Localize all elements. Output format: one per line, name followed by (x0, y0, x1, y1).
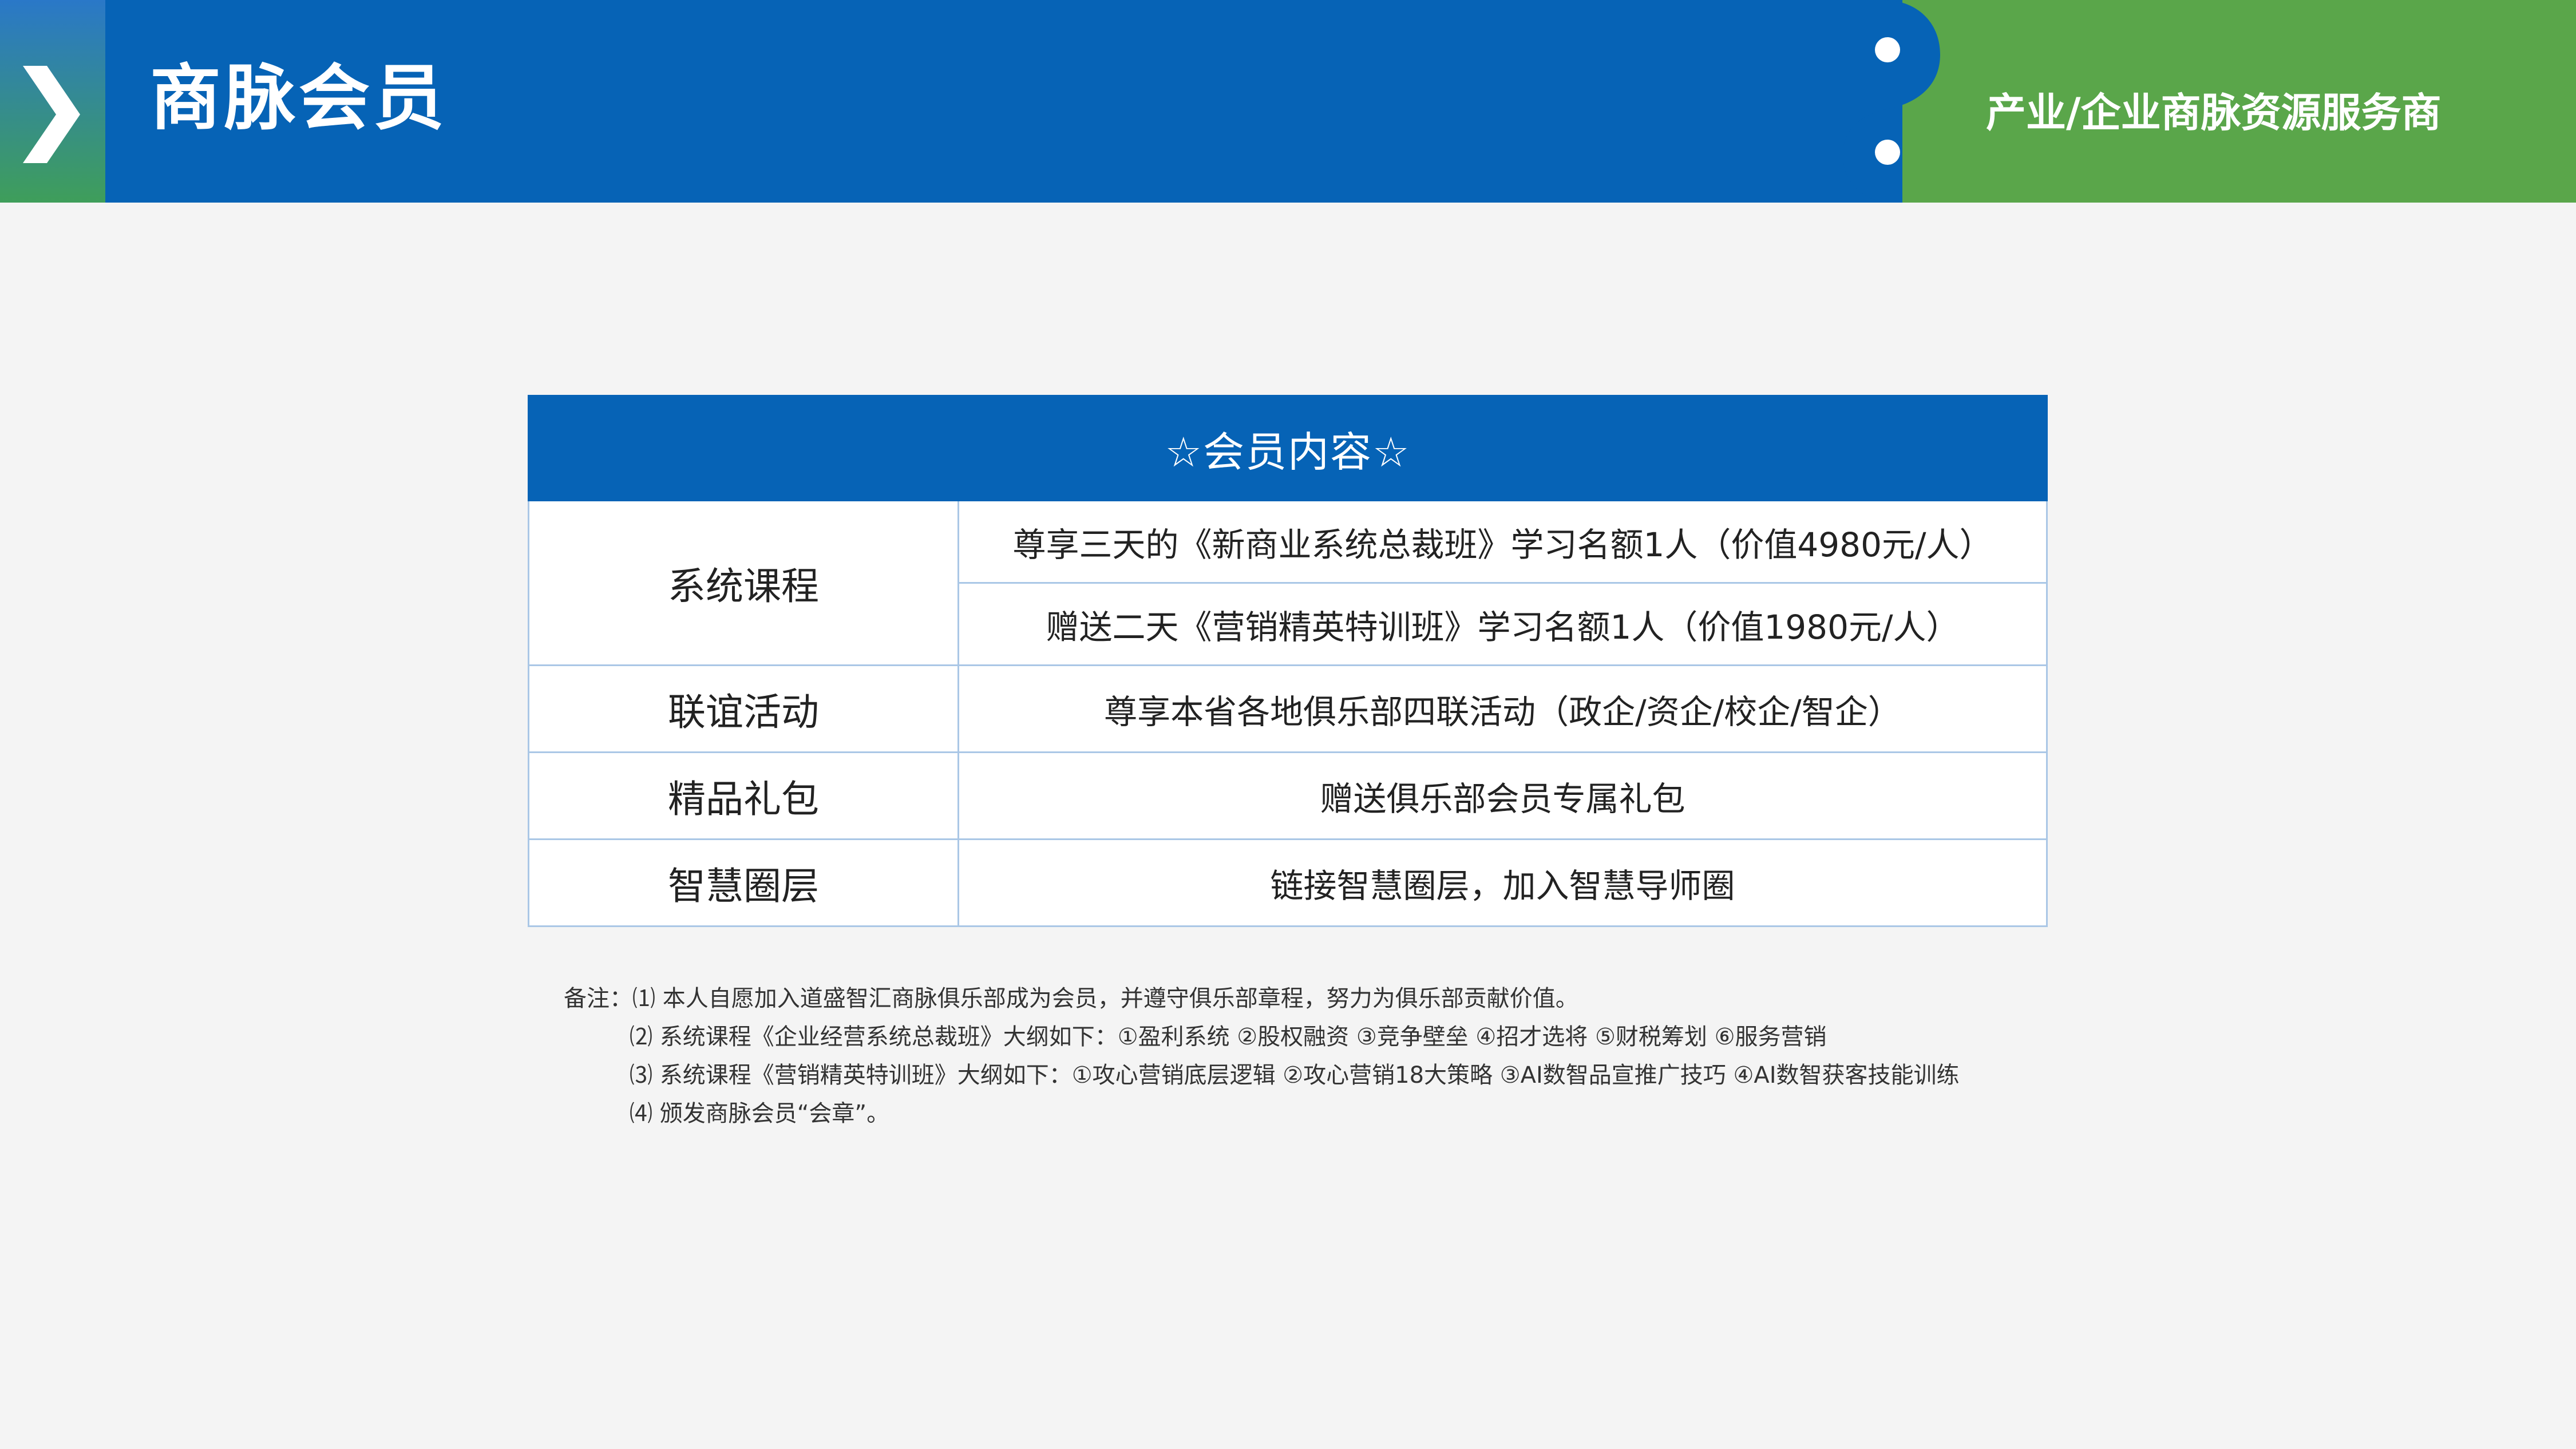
category-cell: 系统课程 (528, 500, 959, 666)
table-row: 智慧圈层 链接智慧圈层，加入智慧导师圈 (528, 838, 2048, 927)
notes-prefix: 备注： (564, 985, 632, 1012)
notes-section: 备注：⑴ 本人自愿加入道盛智汇商脉俱乐部成为会员，并遵守俱乐部章程，努力为俱乐部… (564, 980, 1960, 1133)
note-line: ⑶ 系统课程《营销精英特训班》大纲如下：①攻心营销底层逻辑 ②攻心营销18大策略… (630, 1062, 1960, 1088)
table-row: 系统课程 尊享三天的《新商业系统总裁班》学习名额1人（价值4980元/人） (528, 500, 2048, 666)
category-cell: 联谊活动 (528, 664, 959, 753)
header-wave-divider (1803, 0, 1940, 203)
table-header-row: ☆会员内容☆ (528, 395, 2048, 501)
company-tagline: 产业/企业商脉资源服务商 (1986, 89, 2442, 136)
content-cell: 赠送俱乐部会员专属礼包 (957, 751, 2048, 840)
slide: 商脉会员 产业/企业商脉资源服务商 ☆会员内容☆ 系统课程 尊享三天的《新商业系… (0, 0, 2576, 1449)
category-cell: 智慧圈层 (528, 838, 959, 927)
chevron-right-icon (23, 66, 80, 163)
content-cell: 赠送二天《营销精英特训班》学习名额1人（价值1980元/人） (957, 582, 2048, 666)
page-title: 商脉会员 (150, 57, 448, 140)
header-accent-bar (0, 0, 105, 203)
table-row: 精品礼包 赠送俱乐部会员专属礼包 (528, 751, 2048, 840)
decorative-dot-bottom (1875, 140, 1900, 165)
category-cell: 精品礼包 (528, 751, 959, 840)
table-row: 联谊活动 尊享本省各地俱乐部四联活动（政企/资企/校企/智企） (528, 664, 2048, 753)
note-line: 备注：⑴ 本人自愿加入道盛智汇商脉俱乐部成为会员，并遵守俱乐部章程，努力为俱乐部… (564, 980, 1960, 1018)
note-line: ⑷ 颁发商脉会员“会章”。 (630, 1100, 890, 1127)
note-text: ⑴ 本人自愿加入道盛智汇商脉俱乐部成为会员，并遵守俱乐部章程，努力为俱乐部贡献价… (632, 985, 1578, 1012)
content-cell: 链接智慧圈层，加入智慧导师圈 (957, 838, 2048, 927)
decorative-dot-top (1875, 37, 1900, 62)
table-heading: ☆会员内容☆ (528, 395, 2048, 501)
note-line: ⑵ 系统课程《企业经营系统总裁班》大纲如下：①盈利系统 ②股权融资 ③竞争壁垒 … (630, 1024, 1827, 1050)
content-cell: 尊享本省各地俱乐部四联活动（政企/资企/校企/智企） (957, 664, 2048, 753)
membership-content-table: ☆会员内容☆ 系统课程 尊享三天的《新商业系统总裁班》学习名额1人（价值4980… (528, 395, 2048, 927)
content-cell: 尊享三天的《新商业系统总裁班》学习名额1人（价值4980元/人） (957, 500, 2048, 584)
